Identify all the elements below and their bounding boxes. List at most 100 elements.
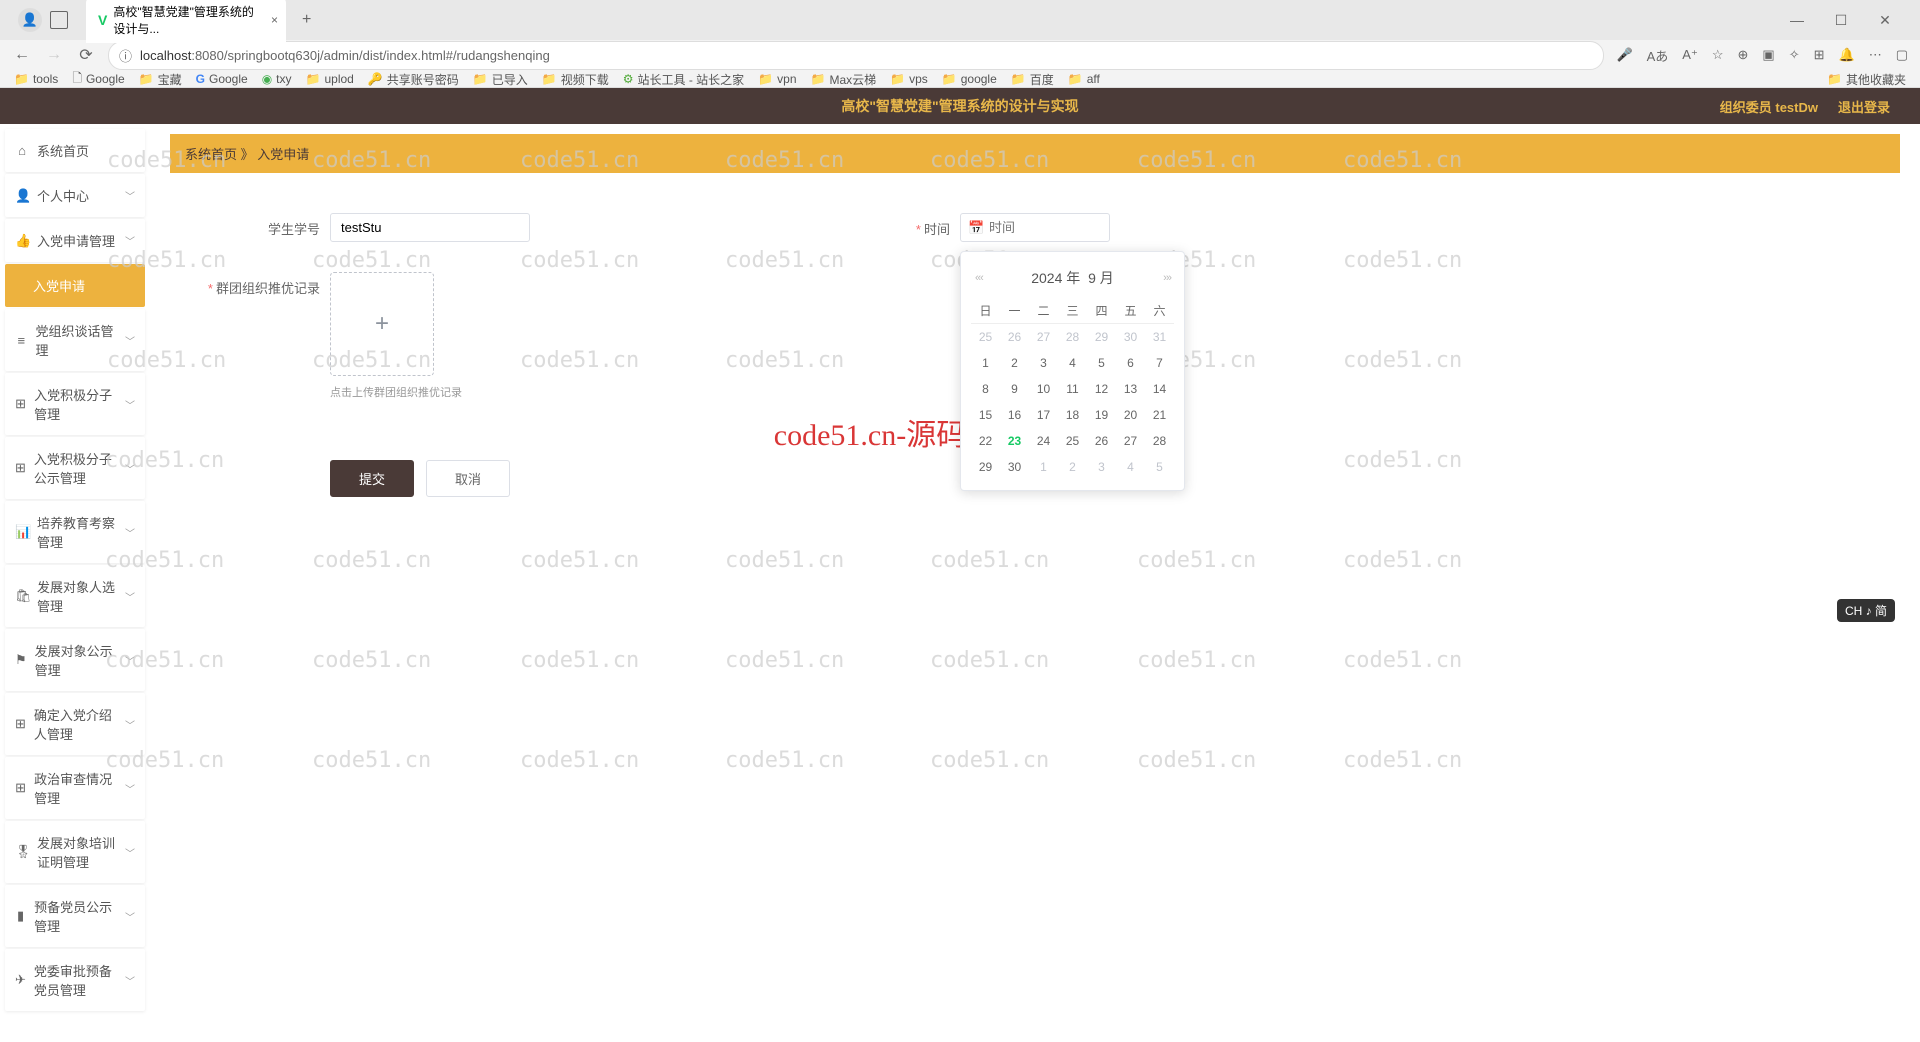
sidebar-item[interactable]: ≡党组织谈话管理﹀ — [5, 309, 145, 371]
dp-day[interactable]: 19 — [1087, 402, 1116, 428]
bookmark-item[interactable]: 📁已导入 — [473, 71, 528, 88]
dp-day[interactable]: 3 — [1087, 454, 1116, 480]
sidebar-item[interactable]: ⚑发展对象公示管理﹀ — [5, 629, 145, 691]
dp-day[interactable]: 26 — [1087, 428, 1116, 454]
dp-day[interactable]: 24 — [1029, 428, 1058, 454]
dp-day[interactable]: 23 — [1000, 428, 1029, 454]
notification-icon[interactable]: ⊕ — [1738, 47, 1749, 63]
bookmark-item[interactable]: 📁uplod — [306, 72, 354, 86]
dp-day[interactable]: 16 — [1000, 402, 1029, 428]
dp-day[interactable]: 11 — [1058, 376, 1087, 402]
dp-day[interactable]: 28 — [1145, 428, 1174, 454]
forward-button[interactable]: → — [44, 46, 64, 64]
maximize-button[interactable]: ☐ — [1829, 12, 1853, 29]
bookmark-item[interactable]: 📁百度 — [1011, 71, 1054, 88]
bookmark-item[interactable]: 🗋Google — [72, 69, 124, 90]
refresh-button[interactable]: ⟳ — [76, 45, 96, 65]
student-id-input[interactable] — [330, 213, 530, 242]
bookmark-item[interactable]: 📁aff — [1068, 72, 1100, 86]
bookmark-item[interactable]: 📁google — [942, 72, 997, 86]
dp-day[interactable]: 8 — [971, 376, 1000, 402]
sidebar-item[interactable]: ⊞入党积极分子管理﹀ — [5, 373, 145, 435]
close-icon[interactable]: × — [271, 13, 278, 27]
dp-day[interactable]: 2 — [1000, 350, 1029, 376]
back-button[interactable]: ← — [12, 46, 32, 64]
sidebar-item[interactable]: ✈党委审批预备党员管理﹀ — [5, 949, 145, 1011]
dp-day[interactable]: 31 — [1145, 324, 1174, 350]
dp-day[interactable]: 29 — [1087, 324, 1116, 350]
dp-day[interactable]: 3 — [1029, 350, 1058, 376]
menu-icon[interactable]: ⋯ — [1869, 47, 1882, 63]
dp-day[interactable]: 15 — [971, 402, 1000, 428]
dp-day[interactable]: 14 — [1145, 376, 1174, 402]
submit-button[interactable]: 提交 — [330, 460, 414, 497]
split-icon[interactable]: ▢ — [1896, 47, 1908, 63]
dp-day[interactable]: 2 — [1058, 454, 1087, 480]
bookmark-item[interactable]: ◉txy — [262, 72, 292, 86]
breadcrumb-home[interactable]: 系统首页 — [185, 147, 237, 162]
new-tab-button[interactable]: + — [294, 7, 319, 33]
logout-button[interactable]: 退出登录 — [1838, 97, 1890, 116]
dp-day[interactable]: 5 — [1087, 350, 1116, 376]
dp-day[interactable]: 30 — [1000, 454, 1029, 480]
sidebar-item[interactable]: 🛍发展对象人选管理﹀ — [5, 565, 145, 627]
bookmark-item[interactable]: GGoogle — [196, 72, 248, 86]
collections-icon[interactable]: ✧ — [1789, 47, 1800, 63]
bookmark-item[interactable]: ⚙站长工具 - 站长之家 — [623, 71, 744, 88]
dp-day[interactable]: 27 — [1029, 324, 1058, 350]
bookmark-item[interactable]: 📁tools — [14, 72, 58, 86]
dp-day[interactable]: 9 — [1000, 376, 1029, 402]
translate-icon[interactable]: Aあ — [1647, 46, 1669, 65]
dp-day[interactable]: 25 — [1058, 428, 1087, 454]
sidebar-item[interactable]: 入党申请 — [5, 264, 145, 307]
bookmark-item[interactable]: 📁视频下载 — [542, 71, 609, 88]
dp-prev-buttons[interactable]: « ‹ — [975, 272, 982, 284]
dp-day[interactable]: 4 — [1058, 350, 1087, 376]
bookmark-item[interactable]: 📁Max云梯 — [811, 71, 877, 88]
dp-day[interactable]: 4 — [1116, 454, 1145, 480]
layout-icon[interactable] — [50, 11, 68, 29]
sidebar-item[interactable]: ⊞入党积极分子公示管理﹀ — [5, 437, 145, 499]
sidebar-item[interactable]: 🎖发展对象培训证明管理﹀ — [5, 821, 145, 883]
sidebar-item[interactable]: ⌂系统首页 — [5, 129, 145, 172]
bookmark-item[interactable]: 📁宝藏 — [139, 71, 182, 88]
bookmark-item[interactable]: 📁vps — [890, 72, 928, 86]
dp-title[interactable]: 2024 年 9 月 — [1031, 268, 1114, 288]
bookmark-item[interactable]: 📁vpn — [758, 72, 796, 86]
dp-day[interactable]: 20 — [1116, 402, 1145, 428]
cancel-button[interactable]: 取消 — [426, 460, 510, 497]
address-bar[interactable]: ⓘ localhost:8080/springbootq630j/admin/d… — [108, 41, 1604, 70]
dp-day[interactable]: 26 — [1000, 324, 1029, 350]
sidebar-item[interactable]: ⊞政治审查情况管理﹀ — [5, 757, 145, 819]
dp-day[interactable]: 1 — [1029, 454, 1058, 480]
other-bookmarks[interactable]: 📁其他收藏夹 — [1827, 71, 1906, 88]
sidebar-item[interactable]: 📊培养教育考察管理﹀ — [5, 501, 145, 563]
sidebar-item[interactable]: ▮预备党员公示管理﹀ — [5, 885, 145, 947]
close-window-button[interactable]: ✕ — [1873, 12, 1897, 29]
extension-icon[interactable]: ⊞ — [1814, 47, 1825, 63]
dp-day[interactable]: 18 — [1058, 402, 1087, 428]
active-tab[interactable]: V 高校"智慧党建"管理系统的设计与... × — [86, 0, 286, 43]
bookmark-item[interactable]: 🔑共享账号密码 — [368, 71, 459, 88]
dp-day[interactable]: 17 — [1029, 402, 1058, 428]
dp-day[interactable]: 1 — [971, 350, 1000, 376]
sidebar-item[interactable]: 👤个人中心﹀ — [5, 174, 145, 217]
dp-day[interactable]: 13 — [1116, 376, 1145, 402]
reader-icon[interactable]: A⁺ — [1682, 47, 1698, 63]
extension2-icon[interactable]: 🔔 — [1839, 47, 1855, 63]
dp-day[interactable]: 7 — [1145, 350, 1174, 376]
user-info[interactable]: 组织委员 testDw — [1720, 97, 1818, 116]
dp-day[interactable]: 21 — [1145, 402, 1174, 428]
sidebar-item[interactable]: 👍入党申请管理﹀ — [5, 219, 145, 262]
dp-day[interactable]: 12 — [1087, 376, 1116, 402]
dp-next-buttons[interactable]: › » — [1163, 272, 1170, 284]
upload-box[interactable]: + — [330, 272, 434, 376]
dp-day[interactable]: 27 — [1116, 428, 1145, 454]
dp-day[interactable]: 29 — [971, 454, 1000, 480]
dp-day[interactable]: 28 — [1058, 324, 1087, 350]
dp-day[interactable]: 22 — [971, 428, 1000, 454]
dp-day[interactable]: 6 — [1116, 350, 1145, 376]
minimize-button[interactable]: — — [1785, 12, 1809, 29]
favorite-icon[interactable]: ☆ — [1712, 47, 1724, 63]
dp-day[interactable]: 5 — [1145, 454, 1174, 480]
